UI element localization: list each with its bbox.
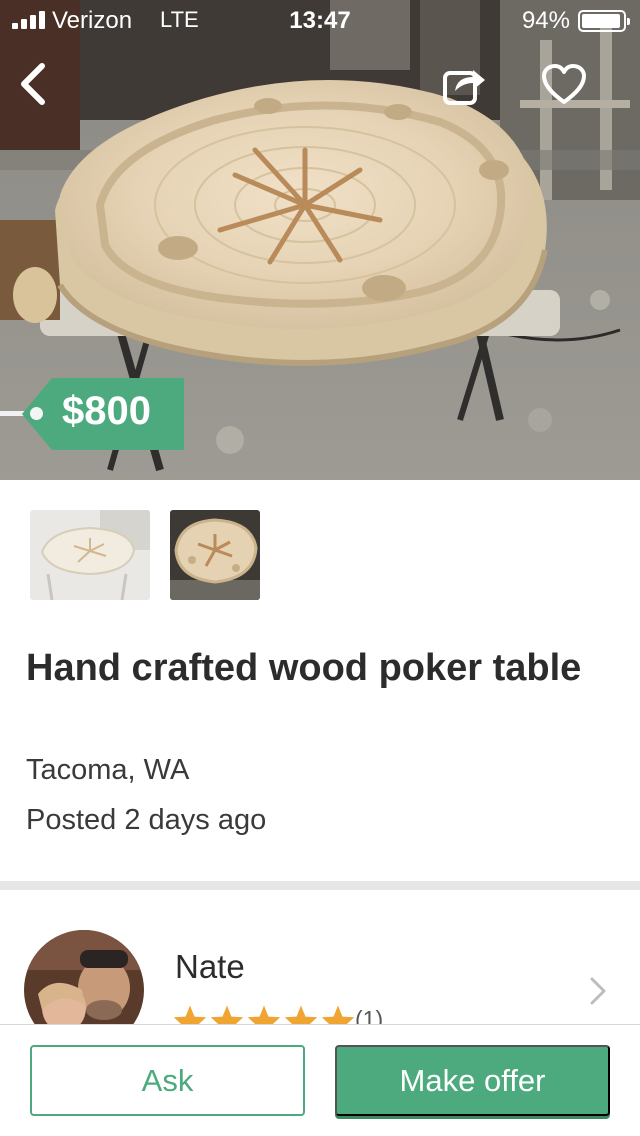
seller-profile-row[interactable]: Nate (1)	[0, 890, 640, 1050]
section-divider	[0, 881, 640, 890]
thumbnail-1[interactable]	[30, 510, 150, 600]
thumbnail-image	[30, 510, 150, 600]
make-offer-button[interactable]: Make offer	[335, 1045, 610, 1116]
battery-fill	[582, 14, 620, 28]
listing-title: Hand crafted wood poker table	[26, 647, 582, 689]
battery-percent: 94%	[521, 7, 570, 34]
heart-icon	[542, 64, 586, 104]
bottom-action-bar: Ask Make offer	[0, 1024, 640, 1136]
ask-button[interactable]: Ask	[30, 1045, 305, 1116]
favorite-button[interactable]	[536, 56, 592, 112]
status-bar: Verizon LTE 13:47 94%	[0, 0, 640, 40]
listing-location: Tacoma, WA	[26, 754, 190, 786]
chevron-left-icon	[21, 63, 45, 105]
chevron-right-icon	[590, 977, 606, 1005]
back-button[interactable]	[6, 56, 62, 112]
share-button[interactable]	[436, 56, 492, 112]
price-tag: $800	[0, 378, 190, 450]
thumbnail-image	[170, 510, 260, 600]
thumbnail-strip	[30, 510, 260, 600]
listing-photo[interactable]: Verizon LTE 13:47 94% $800	[0, 0, 640, 480]
listing-posted-time: Posted 2 days ago	[26, 804, 267, 836]
price: $800	[62, 389, 151, 433]
share-icon	[443, 70, 485, 105]
thumbnail-2[interactable]	[170, 510, 260, 600]
battery-icon	[578, 10, 630, 32]
seller-name: Nate	[175, 948, 245, 985]
listing-screen: Verizon LTE 13:47 94% $800 Hand crafted …	[0, 0, 640, 1136]
